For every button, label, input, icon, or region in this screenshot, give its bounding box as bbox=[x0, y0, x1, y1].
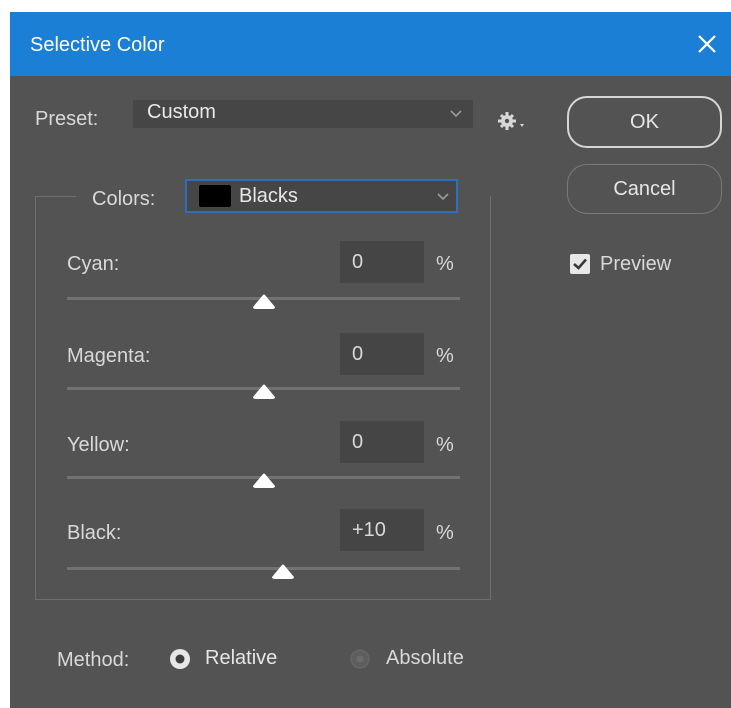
ok-button[interactable]: OK bbox=[567, 96, 722, 148]
magenta-input[interactable]: 0 bbox=[340, 333, 424, 375]
black-slider-thumb[interactable] bbox=[270, 561, 296, 581]
checkbox-box bbox=[570, 254, 590, 274]
selective-color-dialog: Selective Color Preset: Custom OK Cancel… bbox=[10, 12, 731, 708]
dialog-title: Selective Color bbox=[30, 34, 165, 56]
preview-label: Preview bbox=[600, 253, 672, 275]
method-absolute-label: Absolute bbox=[386, 647, 464, 669]
radio-unselected-icon bbox=[350, 649, 370, 669]
chevron-down-icon bbox=[437, 193, 449, 201]
magenta-unit: % bbox=[436, 345, 454, 367]
preset-value: Custom bbox=[147, 101, 216, 123]
close-icon bbox=[698, 35, 716, 53]
black-unit: % bbox=[436, 522, 454, 544]
colors-dropdown[interactable]: Blacks bbox=[185, 179, 458, 213]
method-absolute-radio[interactable]: Absolute bbox=[350, 646, 490, 672]
cyan-label: Cyan: bbox=[67, 253, 120, 275]
yellow-unit: % bbox=[436, 434, 454, 456]
black-slider-track[interactable] bbox=[67, 567, 460, 570]
cyan-unit: % bbox=[436, 253, 454, 275]
cancel-button[interactable]: Cancel bbox=[567, 164, 722, 214]
colors-label: Colors: bbox=[92, 188, 156, 210]
magenta-label: Magenta: bbox=[67, 345, 151, 367]
title-bar: Selective Color bbox=[10, 12, 731, 76]
preset-dropdown[interactable]: Custom bbox=[133, 100, 473, 128]
method-relative-radio[interactable]: Relative bbox=[169, 646, 299, 672]
yellow-input[interactable]: 0 bbox=[340, 421, 424, 463]
yellow-slider-thumb[interactable] bbox=[251, 470, 277, 490]
close-button[interactable] bbox=[683, 12, 731, 76]
black-label: Black: bbox=[67, 522, 122, 544]
check-icon bbox=[573, 258, 587, 270]
preset-label: Preset: bbox=[35, 108, 99, 130]
cyan-slider-thumb[interactable] bbox=[251, 291, 277, 311]
gear-icon bbox=[498, 112, 524, 130]
colors-value: Blacks bbox=[239, 185, 298, 207]
cyan-input[interactable]: 0 bbox=[340, 241, 424, 283]
method-relative-label: Relative bbox=[205, 647, 278, 669]
radio-selected-icon bbox=[170, 649, 190, 669]
yellow-label: Yellow: bbox=[67, 434, 130, 456]
black-input[interactable]: +10 bbox=[340, 509, 424, 551]
preview-checkbox[interactable]: Preview bbox=[570, 252, 710, 278]
preset-options-button[interactable] bbox=[497, 110, 531, 132]
color-swatch bbox=[199, 185, 231, 207]
magenta-slider-thumb[interactable] bbox=[251, 381, 277, 401]
method-label: Method: bbox=[57, 649, 130, 671]
chevron-down-icon bbox=[450, 110, 462, 118]
